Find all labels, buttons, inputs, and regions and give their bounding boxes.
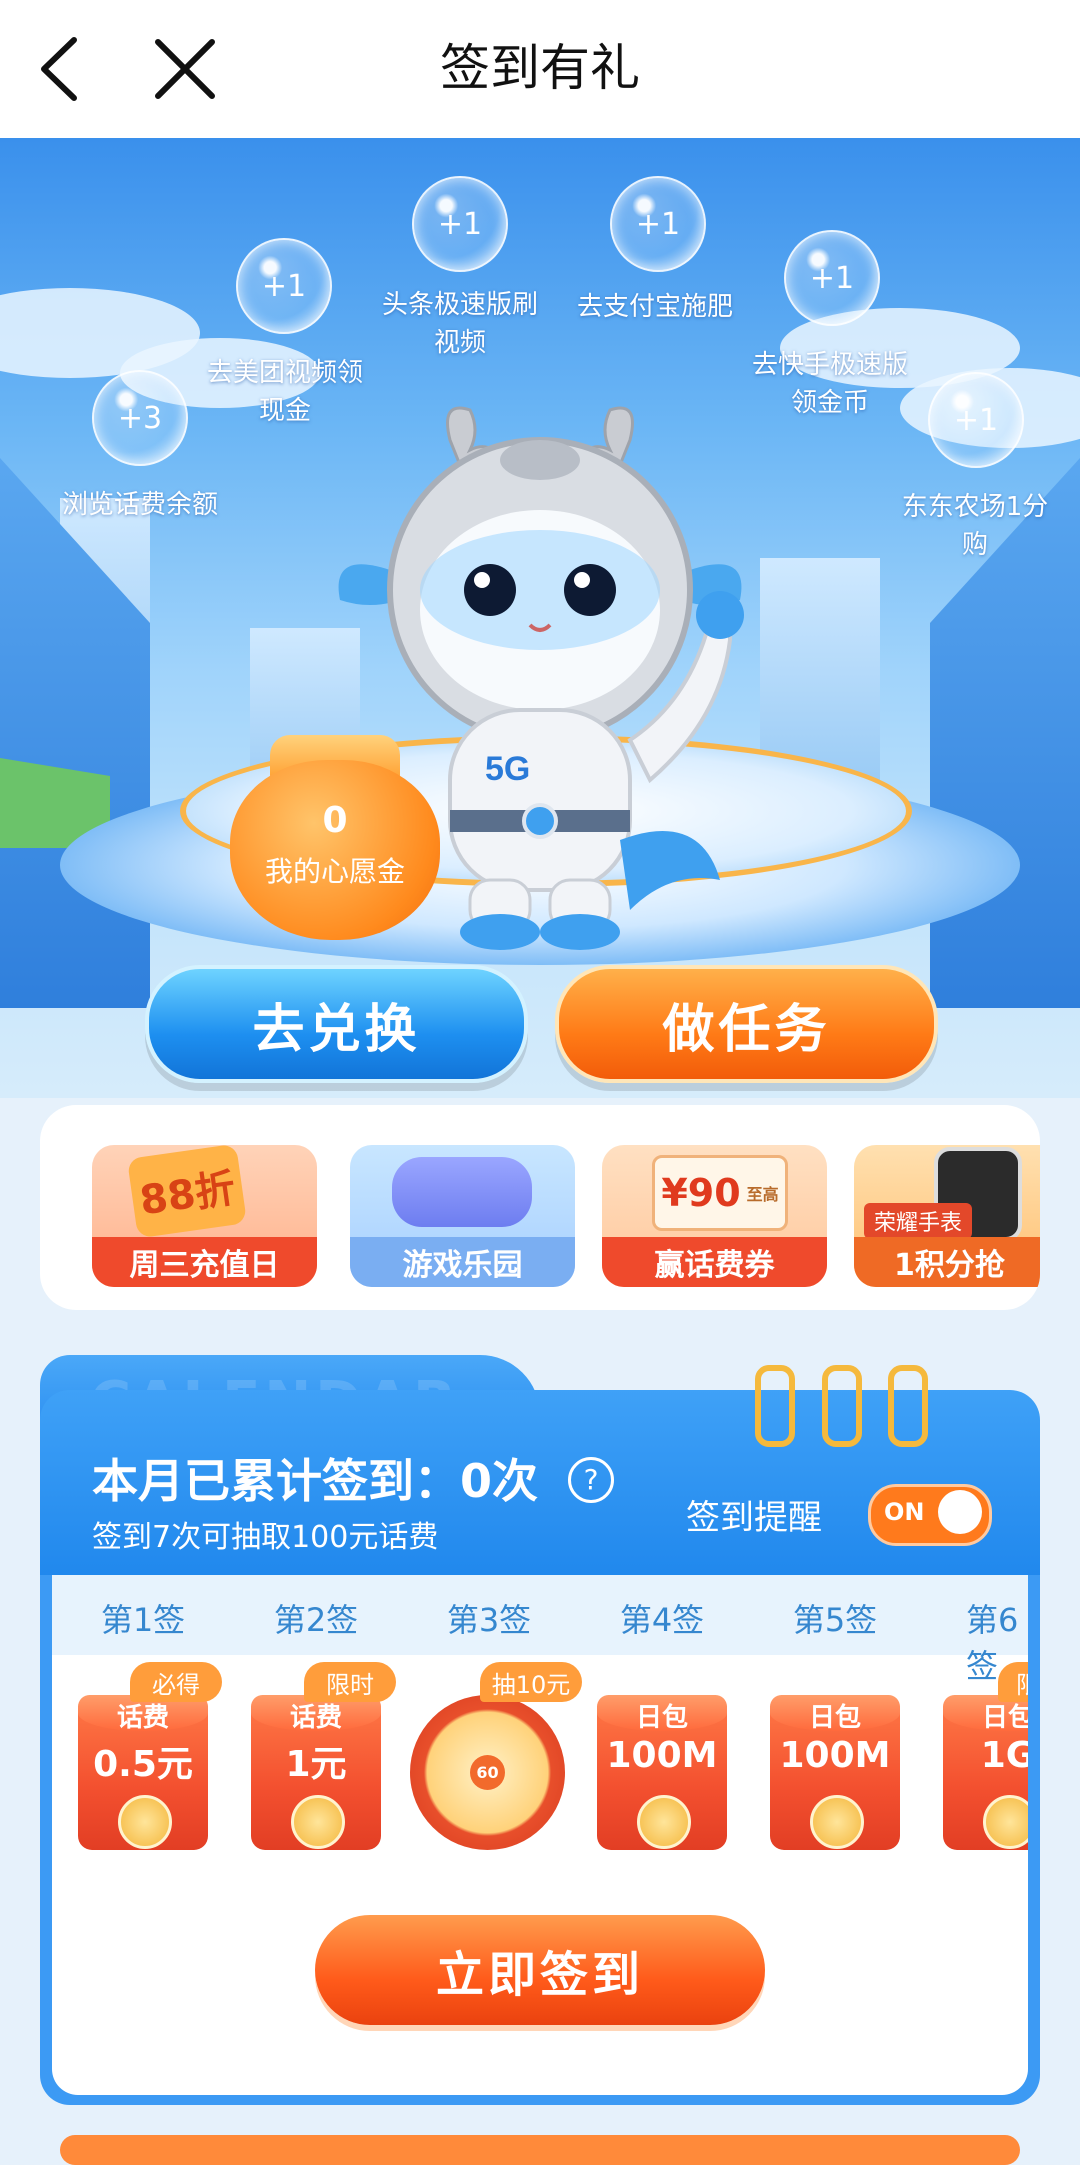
reward-envelope-6-clip: 日包 1G 限	[943, 1662, 1028, 1862]
wish-label: 我的心愿金	[264, 855, 405, 888]
toggle-state: ON	[884, 1498, 925, 1526]
bubble-task-5[interactable]: +1	[784, 230, 880, 326]
help-icon[interactable]: ?	[568, 1457, 614, 1503]
reward-type: 日包	[635, 1703, 688, 1733]
reward-amount: 100M	[779, 1735, 891, 1776]
bubble-label: 去支付宝施肥	[576, 292, 733, 322]
gamepad-icon	[392, 1157, 532, 1227]
promo-bill-coupon[interactable]: ¥90 至高 赢话费券	[602, 1145, 827, 1287]
task-button[interactable]: 做任务	[555, 965, 938, 1083]
coin-icon	[983, 1795, 1028, 1849]
wish-amount: 0	[322, 800, 348, 841]
coupon-badge: ¥90 至高	[652, 1155, 788, 1231]
coupon-note: 至高	[746, 1185, 779, 1204]
reward-amount: 100M	[606, 1735, 718, 1776]
day-label: 第3签	[446, 1601, 532, 1639]
reward-envelope-1[interactable]: 话费 0.5元	[78, 1695, 208, 1850]
day-label: 第2签	[273, 1601, 359, 1639]
bubble-label: 头条极速版刷 视频	[381, 290, 538, 358]
next-section-edge	[60, 2135, 1020, 2165]
bubble-task-6[interactable]: +1	[928, 372, 1024, 468]
bubble-task-1[interactable]: +3	[92, 370, 188, 466]
reminder-label: 签到提醒	[686, 1498, 822, 1538]
top-bar: 签到有礼	[0, 0, 1080, 138]
coin-icon	[118, 1795, 172, 1849]
signin-subtitle: 签到7次可抽取100元话费	[92, 1520, 439, 1555]
monthly-signin-count: 本月已累计签到：0次	[92, 1454, 539, 1508]
reward-amount: 0.5元	[93, 1744, 193, 1785]
coin-icon	[637, 1795, 691, 1849]
binder-ring	[888, 1365, 928, 1447]
exchange-button[interactable]: 去兑换	[145, 965, 528, 1083]
toggle-knob	[938, 1490, 982, 1534]
binder-ring	[822, 1365, 862, 1447]
reward-type: 日包	[981, 1703, 1028, 1733]
bubble-task-3[interactable]: +1	[412, 176, 508, 272]
reward-tag: 限	[998, 1662, 1028, 1702]
bubble-task-2[interactable]: +1	[236, 238, 332, 334]
reward-amount: 1G	[980, 1735, 1028, 1776]
day-label: 第5签	[792, 1601, 878, 1639]
discount-badge: 88折	[126, 1145, 248, 1239]
reward-tag: 限时	[304, 1662, 396, 1702]
reward-envelope-5[interactable]: 日包 100M	[770, 1695, 900, 1850]
coin-icon	[810, 1795, 864, 1849]
reward-envelope-4[interactable]: 日包 100M	[597, 1695, 727, 1850]
reward-tag: 必得	[130, 1662, 222, 1702]
watch-badge: 荣耀手表	[864, 1203, 973, 1239]
promo-strip: 88折 周三充值日 游戏乐园 ¥90 至高 赢话费券 荣耀手表 1积分抢	[40, 1105, 1040, 1310]
reward-type: 日包	[808, 1703, 861, 1733]
reward-type: 话费	[116, 1703, 169, 1733]
promo-honor-watch[interactable]: 荣耀手表 1积分抢	[854, 1145, 1040, 1287]
svg-text:5G: 5G	[485, 750, 530, 788]
wheel-center: 60	[470, 1755, 505, 1790]
lucky-wheel-icon[interactable]: 60	[410, 1695, 565, 1850]
day-label: 第1签	[100, 1601, 186, 1639]
reward-envelope-6[interactable]: 日包 1G	[943, 1695, 1028, 1850]
reward-amount: 1元	[285, 1744, 347, 1785]
bubble-label: 浏览话费余额	[61, 490, 218, 520]
reward-envelope-2[interactable]: 话费 1元	[251, 1695, 381, 1850]
bubble-task-4[interactable]: +1	[610, 176, 706, 272]
page-title: 签到有礼	[440, 39, 640, 97]
bubble-label: 东东农场1分 购	[901, 492, 1049, 560]
reward-type: 话费	[289, 1703, 342, 1733]
promo-game-park[interactable]: 游戏乐园	[350, 1145, 575, 1287]
coin-icon	[291, 1795, 345, 1849]
sign-in-button[interactable]: 立即签到	[315, 1915, 765, 2025]
promo-label: 游戏乐园	[350, 1237, 575, 1287]
promo-label: 1积分抢	[854, 1237, 1040, 1287]
reward-tag: 抽10元	[480, 1662, 582, 1702]
promo-recharge-day[interactable]: 88折 周三充值日	[92, 1145, 317, 1287]
day-label: 第4签	[619, 1601, 705, 1639]
promo-label: 赢话费券	[602, 1237, 827, 1287]
promo-label: 周三充值日	[92, 1237, 317, 1287]
binder-ring	[755, 1365, 795, 1447]
